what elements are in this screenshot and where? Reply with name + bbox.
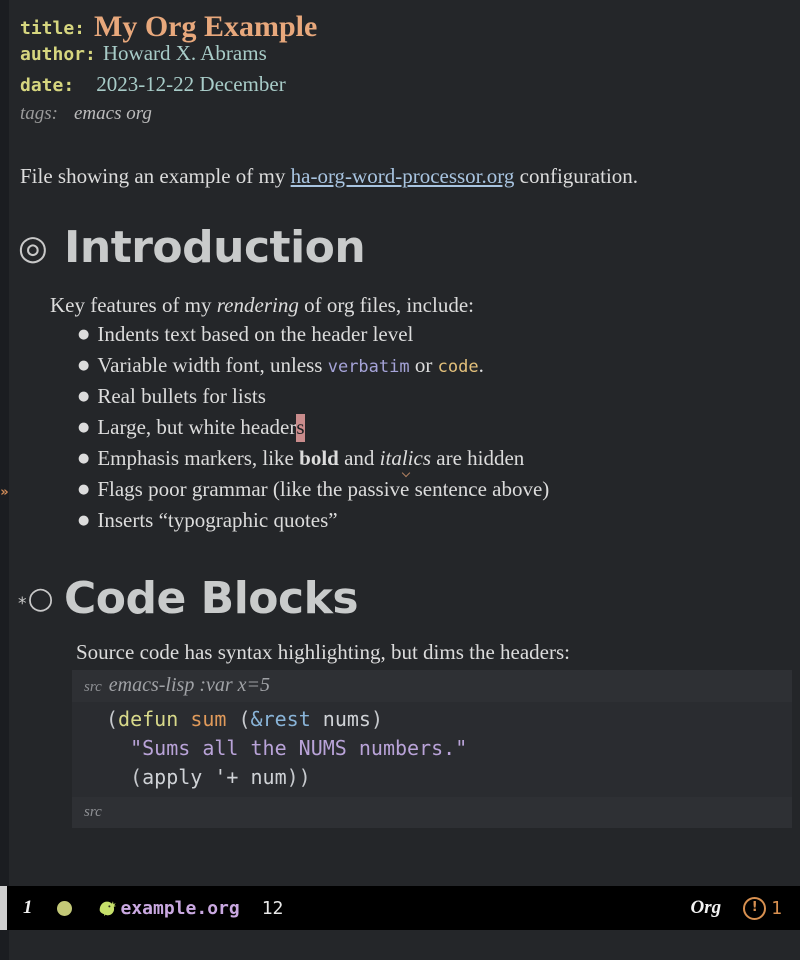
heading-bullet-icon: ◎ <box>18 228 48 269</box>
bold-text: bold <box>299 446 339 471</box>
list-item: ● Flags poor grammar (like the passive se… <box>78 474 800 505</box>
list-item-text: Indents text based on the header level <box>97 322 414 347</box>
source-code-body[interactable]: (defun sum (&rest nums) "Sums all the NU… <box>72 702 792 798</box>
modeline-right-group: Org ! 1 <box>691 896 800 920</box>
major-mode-label[interactable]: Org <box>691 897 722 919</box>
list-item-text: Flags poor grammar (like the passive sen… <box>97 477 550 502</box>
left-fringe: » <box>0 0 9 886</box>
bullet-dot-icon: ● <box>78 389 90 405</box>
heading-bullet-group: * ○ <box>18 584 64 614</box>
modeline-left-edge <box>0 886 7 930</box>
list-item: ● Inserts “typographic quotes” <box>78 505 800 536</box>
feature-list: ● Indents text based on the header level … <box>78 319 800 536</box>
continuation-marker-icon: » <box>0 485 9 500</box>
bullet-dot-icon: ● <box>78 358 90 374</box>
buffer-status-circle-icon[interactable] <box>56 900 72 916</box>
emacs-frame: » title: My Org Example author: Howard X… <box>0 0 800 960</box>
echo-area <box>0 930 800 960</box>
bullet-dot-icon: ● <box>78 420 90 436</box>
gnu-head-icon <box>96 897 118 919</box>
source-code-block[interactable]: src emacs-lisp :var x=5 (defun sum (&rest… <box>72 670 792 829</box>
heading-code-blocks[interactable]: * ○ Code Blocks <box>18 573 800 625</box>
lead-part1: Key features of my <box>50 293 217 318</box>
buffer-name[interactable]: example.org <box>121 898 240 919</box>
buffer-area[interactable]: » title: My Org Example author: Howard X… <box>0 0 800 886</box>
keyword-line-title: title: My Org Example <box>20 10 800 43</box>
keyword-line-author: author: Howard X. Abrams <box>20 41 800 72</box>
lead-emphasis: rendering <box>216 293 299 318</box>
bullet-dot-icon: ● <box>78 451 90 467</box>
src-keyword: src <box>84 679 102 696</box>
keyword-line-tags: tags: emacs org <box>20 103 800 134</box>
document-title: My Org Example <box>94 10 318 43</box>
intro-text-after: configuration. <box>514 164 639 188</box>
lead-part2: of org files, include: <box>298 293 474 318</box>
bullet-dot-icon: ● <box>78 513 90 529</box>
list-item-text: Variable width font, unless <box>97 353 328 378</box>
window-number: 1 <box>23 897 33 918</box>
src-block-end-line: src <box>84 804 102 821</box>
document-author: Howard X. Abrams <box>102 41 267 65</box>
list-item-text: Real bullets for lists <box>97 384 266 409</box>
warning-icon[interactable]: ! <box>743 896 767 920</box>
bullet-dot-icon: ● <box>78 327 90 343</box>
verbatim-text: verbatim <box>327 357 410 378</box>
heading-star-icon: * <box>18 593 27 614</box>
org-config-link[interactable]: ha-org-word-processor.org <box>291 164 515 188</box>
bullet-dot-icon: ● <box>78 482 90 498</box>
document-tags: emacs org <box>74 103 152 124</box>
list-item-text-suffix: are hidden <box>431 446 525 471</box>
list-item-text: Emphasis markers, like <box>97 446 300 471</box>
src-block-begin-line: src emacs-lisp :var x=5 <box>72 670 792 702</box>
code-line: "Sums all the NUMS numbers." <box>130 736 468 761</box>
list-item-text-middle: and <box>338 446 380 471</box>
src-language-args: emacs-lisp :var x=5 <box>108 674 271 697</box>
echo-left-fringe <box>0 930 9 960</box>
code-text: code <box>437 357 479 378</box>
list-item: ● Large, but white headers <box>78 412 800 443</box>
keyword-label-title: title: <box>20 18 86 39</box>
warning-count: 1 <box>771 897 782 919</box>
keyword-label-tags: tags: <box>20 103 58 124</box>
introduction-lead: Key features of my rendering of org file… <box>50 293 800 318</box>
code-blocks-lead: Source code has syntax highlighting, but… <box>76 640 570 665</box>
italic-text: italics <box>379 446 432 471</box>
keyword-label-date: date: <box>20 75 75 96</box>
heading-introduction-text: Introduction <box>64 222 366 273</box>
list-item-text: Large, but white header <box>97 415 297 440</box>
list-item-text-middle: or <box>409 353 438 378</box>
text-cursor: s <box>296 414 305 443</box>
list-item-text-suffix: . <box>478 353 484 378</box>
modeline-left-group: 1 example.org 12 <box>7 897 691 919</box>
heading-bullet-icon: ○ <box>27 581 54 617</box>
list-item: ● Real bullets for lists <box>78 381 800 412</box>
document-date: 2023-12-22 December <box>96 72 286 96</box>
list-item: ● Indents text based on the header level <box>78 319 800 350</box>
modeline[interactable]: 1 example.org 12 Org ! 1 <box>0 886 800 930</box>
code-line: (apply '+ num)) <box>130 765 311 790</box>
section-introduction-body: Key features of my rendering of org file… <box>50 293 800 536</box>
section-code-blocks-body: Source code has syntax highlighting, but… <box>72 640 800 829</box>
code-line: (defun sum (&rest nums) <box>106 707 384 732</box>
list-item: ● Emphasis markers, like bold and italics… <box>78 443 800 474</box>
keyword-line-date: date: 2023-12-22 December <box>20 72 800 103</box>
heading-code-blocks-text: Code Blocks <box>64 573 359 625</box>
intro-paragraph: File showing an example of my ha-org-wor… <box>20 164 800 189</box>
heading-introduction[interactable]: ◎ Introduction <box>18 222 800 273</box>
keyword-label-author: author: <box>20 44 96 65</box>
intro-text-before: File showing an example of my <box>20 164 291 188</box>
buffer-content: title: My Org Example author: Howard X. … <box>0 0 800 829</box>
column-number: 12 <box>261 897 284 919</box>
list-item: ● Variable width font, unless verbatim or… <box>78 350 800 381</box>
list-item-text: Inserts “typographic quotes” <box>97 508 338 533</box>
